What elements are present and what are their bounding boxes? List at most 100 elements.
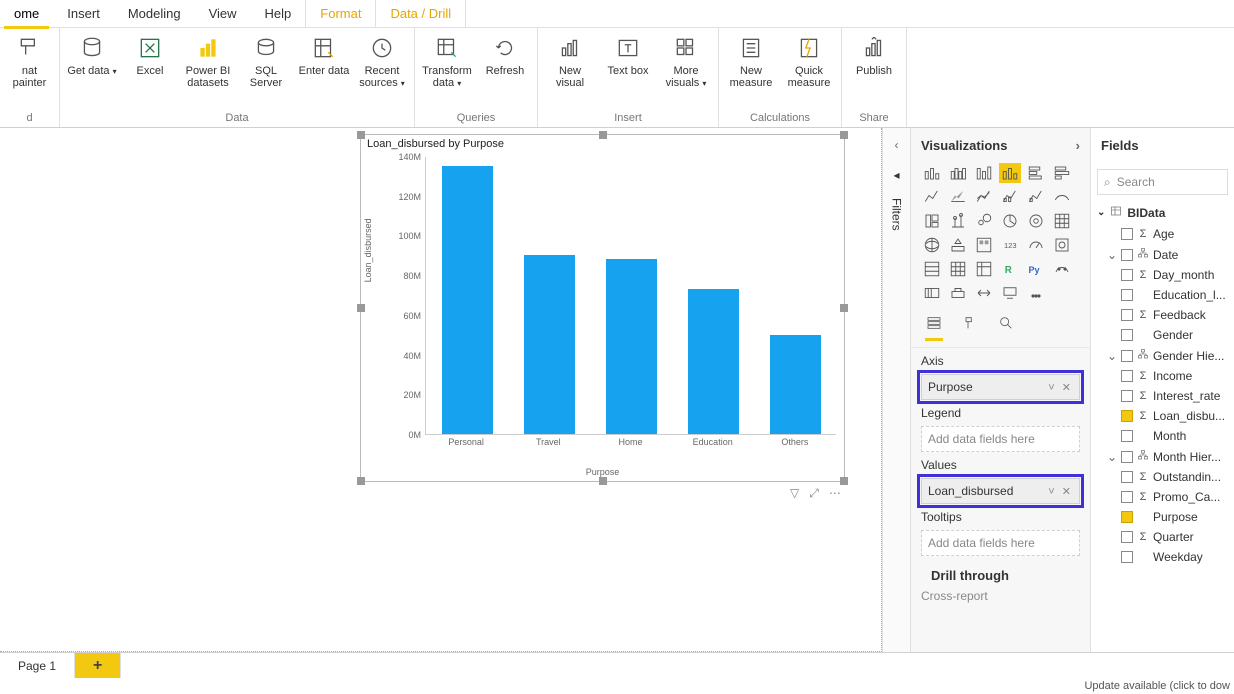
viz-type-icon[interactable] [973,283,995,303]
resize-handle[interactable] [599,131,607,139]
field-item[interactable]: ΣInterest_rate [1091,386,1234,406]
viz-type-icon[interactable]: R [999,259,1021,279]
viz-type-icon[interactable] [1025,283,1047,303]
field-item[interactable]: ΣAge [1091,224,1234,244]
chevron-left-icon[interactable]: ‹ [895,138,899,152]
chevron-icon[interactable]: ⌄ [1107,450,1117,464]
tab-home[interactable]: ome [0,0,53,28]
resize-handle[interactable] [840,131,848,139]
refresh-button[interactable]: Refresh [479,32,531,77]
tab-data-drill[interactable]: Data / Drill [376,0,466,28]
field-item[interactable]: ΣDay_month [1091,265,1234,285]
viz-type-icon[interactable] [1051,235,1073,255]
viz-type-icon[interactable] [947,235,969,255]
field-checkbox[interactable] [1121,430,1133,442]
field-item[interactable]: Education_l... [1091,285,1234,305]
tooltips-slot[interactable]: Add data fields here [921,530,1080,556]
filters-pane-collapsed[interactable]: ‹ ◂ Filters [882,128,910,652]
field-checkbox[interactable] [1121,269,1133,281]
fields-tab[interactable] [925,315,943,341]
viz-type-icon[interactable] [1025,211,1047,231]
axis-slot[interactable]: Purpose˅ ✕ [921,374,1080,400]
bar[interactable] [688,289,739,434]
add-page-button[interactable]: + [75,653,121,678]
field-checkbox[interactable] [1121,551,1133,563]
viz-type-icon[interactable] [999,283,1021,303]
field-item[interactable]: ΣLoan_disbu... [1091,406,1234,426]
bar[interactable] [770,335,821,434]
field-checkbox[interactable] [1121,491,1133,503]
viz-type-icon[interactable] [947,211,969,231]
values-slot[interactable]: Loan_disbursed˅ ✕ [921,478,1080,504]
resize-handle[interactable] [599,477,607,485]
field-item[interactable]: ⌄Gender Hie... [1091,345,1234,366]
transform-data-button[interactable]: Transform data ▾ [421,32,473,90]
field-item[interactable]: Month [1091,426,1234,446]
viz-type-icon[interactable] [1025,163,1047,183]
bar[interactable] [524,255,575,434]
viz-type-icon[interactable] [973,235,995,255]
viz-type-icon[interactable] [921,211,943,231]
viz-type-icon[interactable]: Py [1025,259,1047,279]
new-visual-button[interactable]: New visual [544,32,596,89]
field-item[interactable]: ⌄Month Hier... [1091,446,1234,467]
resize-handle[interactable] [840,477,848,485]
field-checkbox[interactable] [1121,350,1133,362]
viz-type-icon[interactable] [1051,211,1073,231]
viz-type-icon[interactable] [921,163,943,183]
viz-type-icon[interactable] [1025,187,1047,207]
more-visuals-button[interactable]: More visuals ▾ [660,32,712,90]
format-painter-button[interactable]: nat painter [6,32,53,89]
legend-slot[interactable]: Add data fields here [921,426,1080,452]
resize-handle[interactable] [357,304,365,312]
chevron-icon[interactable]: ⌄ [1107,248,1117,262]
field-checkbox[interactable] [1121,531,1133,543]
get-data-button[interactable]: Get data ▾ [66,32,118,78]
field-item[interactable]: Weekday [1091,547,1234,567]
resize-handle[interactable] [840,304,848,312]
viz-type-icon[interactable] [973,187,995,207]
viz-type-icon[interactable] [1025,235,1047,255]
recent-sources-button[interactable]: Recent sources ▾ [356,32,408,90]
field-checkbox[interactable] [1121,511,1133,523]
field-item[interactable]: ΣIncome [1091,366,1234,386]
viz-type-icon[interactable] [1051,259,1073,279]
resize-handle[interactable] [357,477,365,485]
viz-type-icon[interactable] [947,187,969,207]
bar[interactable] [442,166,493,434]
viz-type-icon[interactable] [999,211,1021,231]
filter-icon[interactable]: ▽ [790,486,799,501]
resize-handle[interactable] [357,131,365,139]
slot-actions[interactable]: ˅ ✕ [1048,485,1073,498]
viz-type-icon[interactable] [921,235,943,255]
chevron-icon[interactable]: ⌄ [1107,349,1117,363]
viz-type-icon[interactable] [921,259,943,279]
report-canvas[interactable]: Loan_disbursed by Purpose Loan_disbursed… [0,128,882,652]
excel-button[interactable]: Excel [124,32,176,77]
field-checkbox[interactable] [1121,309,1133,321]
viz-type-icon[interactable] [1051,187,1073,207]
enter-data-button[interactable]: Enter data [298,32,350,77]
field-checkbox[interactable] [1121,410,1133,422]
tab-view[interactable]: View [195,0,251,28]
field-item[interactable]: Purpose [1091,507,1234,527]
viz-type-icon[interactable] [999,163,1021,183]
status-bar[interactable]: Update available (click to dow [1084,678,1230,694]
format-tab[interactable] [961,315,979,341]
chevron-down-icon[interactable]: ⌄ [1097,207,1105,218]
field-item[interactable]: ΣOutstandin... [1091,467,1234,487]
focus-mode-icon[interactable]: ⤢ [809,486,819,501]
page-tab-1[interactable]: Page 1 [0,653,75,678]
tab-insert[interactable]: Insert [53,0,114,28]
quick-measure-button[interactable]: Quick measure [783,32,835,89]
viz-type-icon[interactable] [973,163,995,183]
slot-actions[interactable]: ˅ ✕ [1048,381,1073,394]
field-checkbox[interactable] [1121,289,1133,301]
table-header[interactable]: ⌄ BIData [1091,201,1234,224]
chevron-right-icon[interactable]: › [1076,138,1080,153]
viz-type-icon[interactable] [921,283,943,303]
field-checkbox[interactable] [1121,370,1133,382]
viz-type-icon[interactable] [999,187,1021,207]
viz-type-icon[interactable] [947,283,969,303]
viz-type-icon[interactable] [973,259,995,279]
